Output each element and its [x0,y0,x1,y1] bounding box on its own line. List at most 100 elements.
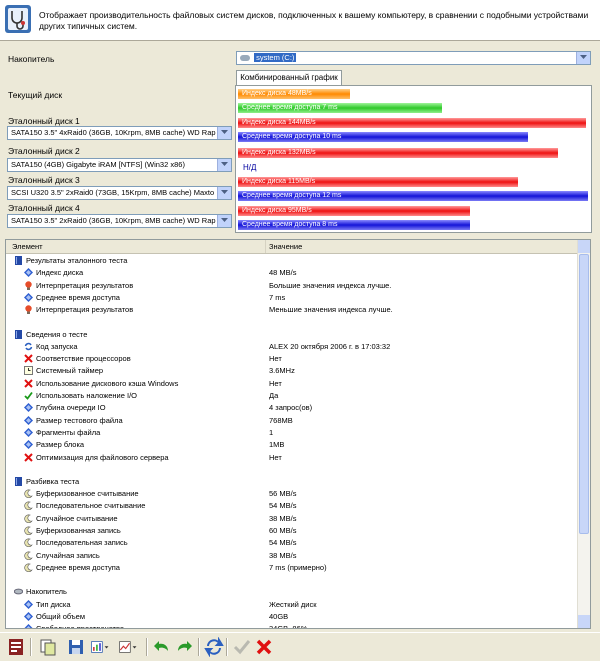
table-row[interactable]: Использовать наложение I/O Да [6,390,579,402]
table-row[interactable]: Случайная запись 38 MB/s [6,550,579,562]
row-value: Да [269,391,279,400]
table-row[interactable]: Код запуска ALEX 20 октября 2006 г. в 17:… [6,341,579,353]
reference-disk-3-label: Эталонный диск 3 [8,175,80,185]
row-value: ALEX 20 октября 2006 г. в 17:03:32 [269,341,391,351]
row-value: 56 MB/s [269,489,297,499]
reference-disk-3-select[interactable]: SCSI U320 3.5" 2xRaid0 (73GB, 15Krpm, 8M… [7,186,232,200]
column-element-header[interactable]: Элемент [12,240,43,253]
reference-disk-2-na: Н/Д [243,163,257,172]
table-row[interactable]: Общий объем 40GB [6,611,579,623]
chevron-down-icon[interactable] [217,127,231,139]
row-element-label: Свободное пространство [36,624,125,629]
table-row[interactable]: Размер блока 1MB [6,439,579,451]
table-row[interactable]: Среднее время доступа 7 ms [6,292,579,304]
row-element-label: Последовательная запись [36,538,128,548]
table-row[interactable]: Фрагменты файла 1 [6,427,579,439]
scroll-down-button[interactable] [578,615,590,628]
tab-combined-chart[interactable]: Комбинированный график [236,70,342,85]
reference-disk-1-select[interactable]: SATA150 3.5" 4xRaid0 (36GB, 10Krpm, 8MB … [7,126,232,140]
table-row[interactable]: Последовательная запись 54 MB/s [6,537,579,549]
scroll-up-button[interactable] [578,240,590,253]
row-element-label: Среднее время доступа [36,292,120,302]
copy-icon[interactable] [38,637,58,657]
row-element-label: Индекс диска [36,268,84,278]
reference-disk-1-index-bar: Индекс диска 144MB/s [238,118,586,128]
row-element-label: Среднее время доступа [36,562,120,572]
table-row[interactable]: Случайное считывание 38 MB/s [6,513,579,525]
vertical-scrollbar[interactable] [577,240,590,628]
drive-select[interactable]: system (C:) [236,51,591,65]
back-arrow-icon[interactable] [152,637,172,657]
drive-label: Накопитель [8,54,55,64]
row-element-label: Код запуска [36,341,78,351]
chevron-down-icon[interactable] [217,215,231,227]
drive-icon [240,55,250,62]
table-group-row[interactable]: Результаты эталонного теста [6,255,579,267]
chevron-down-icon[interactable] [217,159,231,171]
reference-disk-3-index-bar: Индекс диска 115MB/s [238,177,518,187]
table-row[interactable]: Буферизованная запись 60 MB/s [6,525,579,537]
refresh-icon[interactable] [204,636,224,658]
refresh-icon [24,342,33,351]
chart-options-icon[interactable] [90,637,116,657]
table-row[interactable]: Тип диска Жесткий диск [6,599,579,611]
table-row[interactable]: Среднее время доступа 7 ms (примерно) [6,562,579,574]
table-row[interactable]: Системный таймер 3.6MHz [6,365,579,377]
row-value: 1MB [269,440,285,450]
table-row[interactable]: Свободное пространство 34GB, 86% [6,623,579,629]
cancel-icon[interactable] [254,637,274,657]
save-icon[interactable] [66,637,86,657]
table-row[interactable]: Интерпретация результатов Меньшие значени… [6,304,579,316]
chevron-down-icon[interactable] [217,187,231,199]
table-row[interactable]: Оптимизация для файлового сервера Нет [6,452,579,464]
moon-icon [24,563,33,572]
row-element-label: Системный таймер [36,366,104,376]
row-value: 54 MB/s [269,538,297,548]
reference-disk-2-value: SATA150 (4GB) Gigabyte iRAM [NTFS] (Win3… [11,160,185,169]
table-group-row[interactable]: Разбивка теста [6,476,579,488]
moon-icon [24,538,33,548]
cross-icon [24,452,33,462]
moon-icon [24,526,33,536]
moon-icon [24,514,33,523]
reference-disk-4-select[interactable]: SATA150 3.5" 2xRaid0 (36GB, 10Krpm, 8MB … [7,214,232,228]
row-value: Жесткий диск [269,599,317,609]
row-element-label: Интерпретация результатов [36,280,134,290]
results-table[interactable]: Элемент Значение Результаты эталонного т… [5,239,591,629]
row-element-label: Использование дискового кэша Windows [36,378,179,388]
description-text: Отображает производительность файловых с… [39,10,589,31]
table-row[interactable]: Глубина очереди IO 4 запрос(ов) [6,402,579,414]
chevron-down-icon[interactable] [576,52,590,64]
report-icon[interactable] [6,637,26,657]
table-row[interactable]: Использование дискового кэша Windows Нет [6,378,579,390]
drive-icon [13,587,24,596]
forward-arrow-icon[interactable] [174,637,194,657]
table-row[interactable]: Индекс диска 48 MB/s [6,267,579,279]
reference-disk-2-select[interactable]: SATA150 (4GB) Gigabyte iRAM [NTFS] (Win3… [7,158,232,172]
row-value: Нет [269,378,282,388]
row-value: 3.6MHz [269,366,295,376]
graph-icon[interactable] [118,637,144,657]
column-value-header[interactable]: Значение [265,240,302,253]
row-element-label: Фрагменты файла [36,427,101,437]
toolbar-separator [198,638,200,656]
row-value: 38 MB/s [269,550,297,560]
table-group-row[interactable]: Сведения о тесте [6,329,579,341]
row-element-label: Накопитель [26,587,67,597]
table-group-row[interactable]: Накопитель [6,586,579,598]
table-row[interactable]: Размер тестового файла 768MB [6,415,579,427]
toolbar-separator [30,638,32,656]
table-row[interactable]: Последовательное считывание 54 MB/s [6,500,579,512]
table-row[interactable]: Соответствие процессоров Нет [6,353,579,365]
table-row[interactable]: Интерпретация результатов Большие значени… [6,280,579,292]
book-icon [14,476,23,486]
scroll-thumb[interactable] [579,254,589,534]
row-element-label: Тип диска [36,599,71,609]
diamond-icon [24,624,33,628]
accept-icon[interactable] [232,637,252,657]
table-row[interactable]: Буферизованное считывание 56 MB/s [6,488,579,500]
diamond-icon [24,403,33,413]
reference-disk-4-index-bar: Индекс диска 95MB/s [238,206,470,216]
row-element-label: Результаты эталонного теста [26,256,128,265]
bulb-icon [24,305,33,315]
